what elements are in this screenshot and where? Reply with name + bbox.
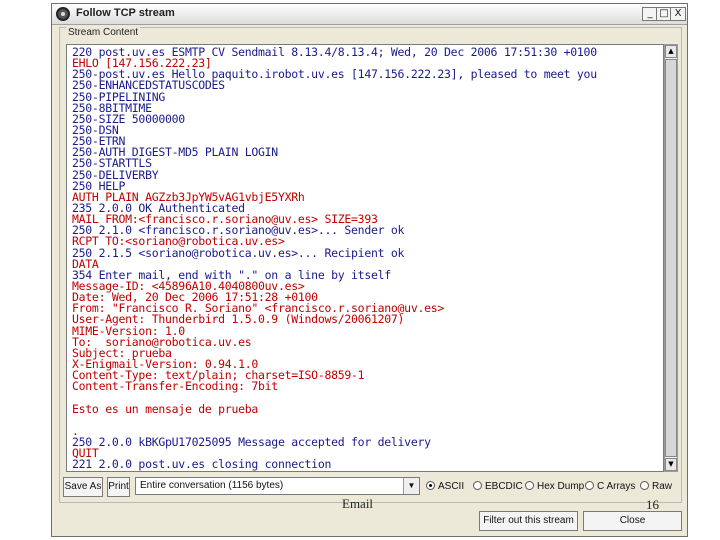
radio-c-arrays[interactable]: C Arrays xyxy=(585,481,635,493)
wireshark-app-icon xyxy=(56,7,70,21)
radio-raw-label: Raw xyxy=(652,481,673,492)
stream-content-textarea[interactable]: 220 post.uv.es ESMTP CV Sendmail 8.13.4/… xyxy=(66,44,664,472)
radio-ebcdic-indicator[interactable] xyxy=(473,481,482,490)
scroll-down-arrow-icon[interactable]: ▼ xyxy=(665,458,677,471)
server-stream-line: 250 2.1.5 <soriano@robotica.uv.es>... Re… xyxy=(72,245,405,260)
client-stream-line xyxy=(72,415,597,426)
radio-ebcdic[interactable]: EBCDIC xyxy=(473,481,523,493)
stream-content-group: Stream Content 220 post.uv.es ESMTP CV S… xyxy=(59,27,682,503)
conversation-select-value: Entire conversation (1156 bytes) xyxy=(140,480,284,491)
window-title: Follow TCP stream xyxy=(76,7,175,19)
print-button[interactable]: Print xyxy=(107,477,130,497)
server-stream-line: 250 2.0.0 kBKGpU17025095 Message accepte… xyxy=(72,434,431,449)
conversation-select[interactable]: Entire conversation (1156 bytes) ▼ xyxy=(135,477,420,495)
radio-hex-dump-label: Hex Dump xyxy=(537,481,585,492)
server-stream-line: 250-SIZE 50000000 xyxy=(72,111,185,126)
radio-hex-dump[interactable]: Hex Dump xyxy=(525,481,584,493)
radio-raw-indicator[interactable] xyxy=(640,481,649,490)
slide-footer-text: Email xyxy=(342,496,374,511)
server-stream-line: 221 2.0.0 post.uv.es closing connection xyxy=(72,457,332,472)
close-button[interactable]: Close xyxy=(583,511,682,531)
radio-hex-dump-indicator[interactable] xyxy=(525,481,534,490)
radio-ebcdic-label: EBCDIC xyxy=(485,481,523,492)
follow-tcp-stream-window: Follow TCP stream _ □ X Stream Content 2… xyxy=(51,3,688,537)
radio-ascii[interactable]: ASCII xyxy=(426,481,464,493)
close-window-button[interactable]: X xyxy=(670,7,686,21)
client-stream-line: Esto es un mensaje de prueba xyxy=(72,401,259,416)
chevron-down-icon[interactable]: ▼ xyxy=(403,478,419,494)
stream-content-label: Stream Content xyxy=(66,27,141,38)
client-stream-line: Content-Transfer-Encoding: 7bit xyxy=(72,379,278,394)
radio-ascii-label: ASCII xyxy=(438,481,465,492)
scroll-thumb[interactable] xyxy=(665,59,677,457)
save-as-button[interactable]: Save As xyxy=(63,477,103,497)
stream-lines: 220 post.uv.es ESMTP CV Sendmail 8.13.4/… xyxy=(72,46,597,472)
vertical-scrollbar[interactable]: ▲ ▼ xyxy=(664,44,678,472)
server-stream-line: 250-DELIVERBY xyxy=(72,167,159,182)
title-bar[interactable]: Follow TCP stream _ □ X xyxy=(52,4,687,25)
slide-page-number: 16 xyxy=(646,497,659,512)
server-stream-line: 250-DSN xyxy=(72,122,119,137)
radio-raw[interactable]: Raw xyxy=(640,481,672,493)
radio-c-arrays-label: C Arrays xyxy=(597,481,636,492)
scroll-up-arrow-icon[interactable]: ▲ xyxy=(665,45,677,58)
radio-c-arrays-indicator[interactable] xyxy=(585,481,594,490)
radio-ascii-indicator[interactable] xyxy=(426,481,435,490)
filter-out-stream-button[interactable]: Filter out this stream xyxy=(479,511,578,531)
